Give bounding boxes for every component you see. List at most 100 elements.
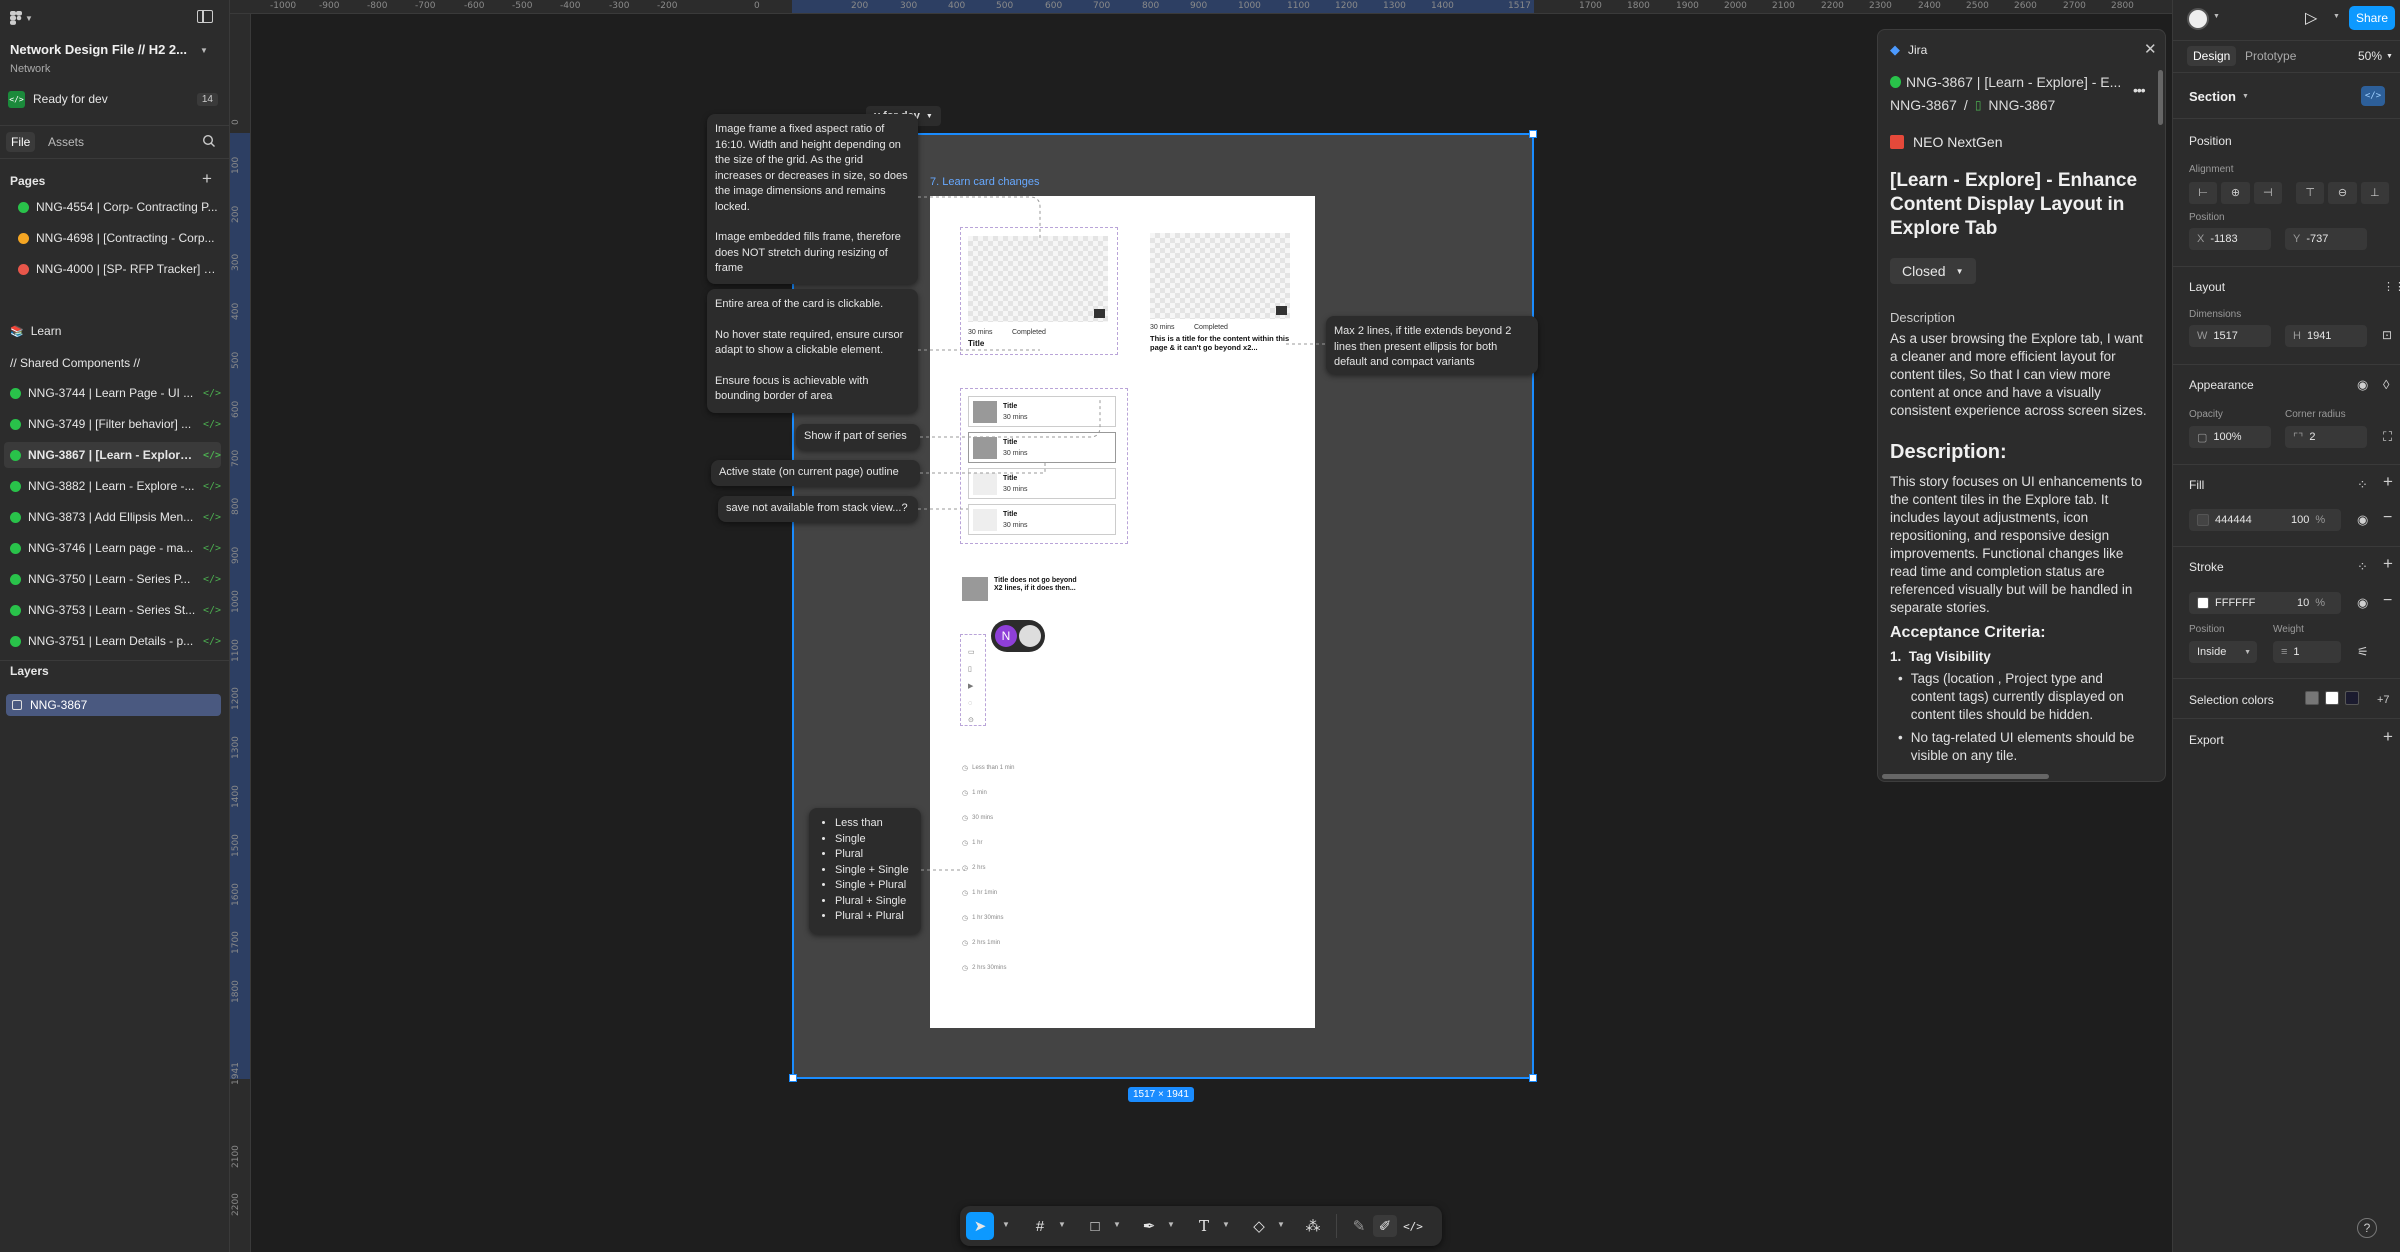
horizontal-scrollbar[interactable] [1882,774,2049,779]
align-bottom-icon[interactable]: ⊥ [2360,182,2389,204]
stroke-opacity: 10 [2297,597,2310,609]
h-value: 1941 [2306,330,2332,342]
bottom-toolbar: ➤ ▼ # ▼ □ ▼ ✒ ▼ T ▼ ◇ ▼ ⁂ ✎ ✐ </> [960,1206,1442,1246]
align-center-icon[interactable]: ⊕ [2221,182,2250,204]
user-story: As a user browsing the Explore tab, I wa… [1890,331,2147,418]
bullet-item: • Tags (location , Project type and conte… [1898,670,2148,724]
rectangle-tool-icon[interactable]: □ [1083,1215,1107,1237]
add-fill-icon[interactable]: + [2383,473,2393,490]
vertical-scrollbar[interactable] [2158,70,2163,125]
stroke-position-select[interactable]: Inside ▼ [2189,641,2257,663]
w-label: W [2197,330,2208,342]
more-options-icon[interactable]: ••• [2133,82,2146,98]
color-swatch[interactable] [2345,691,2359,705]
dev-mode-toggle-icon[interactable]: </> [2361,86,2385,106]
text-tool-icon[interactable]: T [1192,1215,1216,1237]
align-top-icon[interactable]: ⊤ [2295,182,2325,204]
jira-header-title: Jira [1908,43,1928,57]
chevron-down-icon[interactable]: ▼ [1113,1220,1121,1229]
share-button[interactable]: Share [2349,6,2395,30]
user-avatar[interactable] [2187,8,2209,30]
eye-icon[interactable]: ◉ [2357,513,2368,526]
chevron-down-icon[interactable]: ▼ [2333,13,2340,20]
chevron-down-icon: ▼ [2241,93,2249,100]
align-middle-icon[interactable]: ⊖ [2328,182,2357,204]
divider [2173,266,2400,267]
bullet-text: Tags (location , Project type and conten… [1910,671,2124,722]
chevron-down-icon[interactable]: ▼ [1277,1220,1285,1229]
stroke-hex: FFFFFF [2215,597,2256,609]
divider [2173,718,2400,719]
styles-icon[interactable]: ⁘ [2357,560,2368,573]
remove-fill-icon[interactable]: − [2383,510,2392,526]
y-input[interactable]: Y -737 [2285,228,2367,250]
status-dropdown[interactable]: Closed ▼ [1890,258,1976,284]
shape-tool-icon[interactable]: ◇ [1247,1215,1271,1237]
fill-input[interactable]: 444444 100 % [2189,509,2341,531]
resize-icon[interactable]: ⊡ [2382,329,2392,342]
fill-swatch[interactable] [2197,514,2209,526]
weight-input[interactable]: ≡ 1 [2273,641,2341,663]
stroke-input[interactable]: FFFFFF 10 % [2189,592,2341,614]
right-sidebar: ▼ ▷ ▼ Share Design Prototype 50% ▼ Sectio… [2172,0,2400,1252]
selection-colors-heading: Selection colors [2189,693,2274,707]
add-stroke-icon[interactable]: + [2383,555,2393,572]
frame-tool-icon[interactable]: # [1028,1215,1052,1237]
color-swatch[interactable] [2325,691,2339,705]
chevron-down-icon: ▼ [1955,266,1964,276]
acceptance-heading: Acceptance Criteria: [1890,624,2046,641]
acceptance-item-label: Tag Visibility [1908,649,1991,664]
design-mode-icon[interactable]: ✐ [1373,1215,1397,1237]
chevron-down-icon[interactable]: ▼ [2213,13,2220,20]
radius-value: 2 [2309,431,2316,443]
acceptance-item: 1. Tag Visibility [1890,649,1991,664]
breadcrumb-child[interactable]: NNG-3867 [1988,97,2055,113]
opacity-input[interactable]: ▢ 100% [2189,426,2271,448]
chevron-down-icon[interactable]: ▼ [1167,1220,1175,1229]
actions-icon[interactable]: ⁂ [1301,1215,1325,1237]
move-tool-icon[interactable]: ➤ [966,1212,994,1240]
styles-icon[interactable]: ⁘ [2357,478,2368,491]
dev-mode-icon[interactable]: </> [1401,1215,1425,1237]
breadcrumb-parent[interactable]: NNG-3867 [1890,97,1957,113]
chevron-down-icon[interactable]: ▼ [1222,1220,1230,1229]
width-input[interactable]: W 1517 [2189,325,2271,347]
close-icon[interactable]: ✕ [2144,40,2157,58]
jira-plugin-panel[interactable]: ◆ Jira ✕ NNG-3867 | [Learn - Explore] - … [1877,29,2166,782]
eye-icon[interactable]: ◉ [2357,378,2368,391]
auto-layout-icon[interactable]: ⋮⋮ [2383,281,2400,294]
stroke-settings-icon[interactable]: ⚟ [2357,645,2369,658]
align-left-icon[interactable]: ⊢ [2189,182,2218,204]
issue-title: [Learn - Explore] - Enhance Content Disp… [1890,170,2138,239]
tab-design[interactable]: Design [2187,46,2237,66]
issue-line: NNG-3867 | [Learn - Explore] - E... [1906,74,2122,90]
opacity-icon: ▢ [2197,431,2208,444]
fill-opacity: 100 [2291,514,2310,526]
divider [2173,118,2400,119]
x-input[interactable]: X -1183 [2189,228,2271,250]
chevron-down-icon[interactable]: ▼ [1058,1220,1066,1229]
present-icon[interactable]: ▷ [2305,8,2317,28]
h-label: H [2293,330,2301,342]
stroke-swatch[interactable] [2197,597,2209,609]
help-button[interactable]: ? [2357,1218,2377,1238]
radius-input[interactable]: ⌜⌝ 2 [2285,426,2367,448]
corner-radius-icon[interactable]: ⛶ [2383,430,2392,443]
tab-prototype[interactable]: Prototype [2245,49,2296,63]
draw-mode-icon[interactable]: ✎ [1347,1215,1371,1237]
remove-stroke-icon[interactable]: − [2383,593,2392,609]
bullet-item: • No tag-related UI elements should be vi… [1898,729,2148,765]
issue-link[interactable]: NNG-3867 | [Learn - Explore] - E... [1890,74,2145,90]
align-right-icon[interactable]: ⊣ [2253,182,2282,204]
blend-mode-icon[interactable]: ◊ [2383,378,2389,391]
chevron-down-icon[interactable]: ▼ [1002,1220,1010,1229]
color-swatch[interactable] [2305,691,2319,705]
selection-colors-more[interactable]: +7 [2377,694,2390,706]
zoom-dropdown[interactable]: 50% ▼ [2358,49,2393,63]
add-export-icon[interactable]: + [2383,728,2393,745]
eye-icon[interactable]: ◉ [2357,596,2368,609]
description-body: This story focuses on UI enhancements to… [1890,474,2143,615]
height-input[interactable]: H 1941 [2285,325,2367,347]
selection-type-dropdown[interactable]: Section ▼ [2189,89,2249,104]
pen-tool-icon[interactable]: ✒ [1137,1215,1161,1237]
